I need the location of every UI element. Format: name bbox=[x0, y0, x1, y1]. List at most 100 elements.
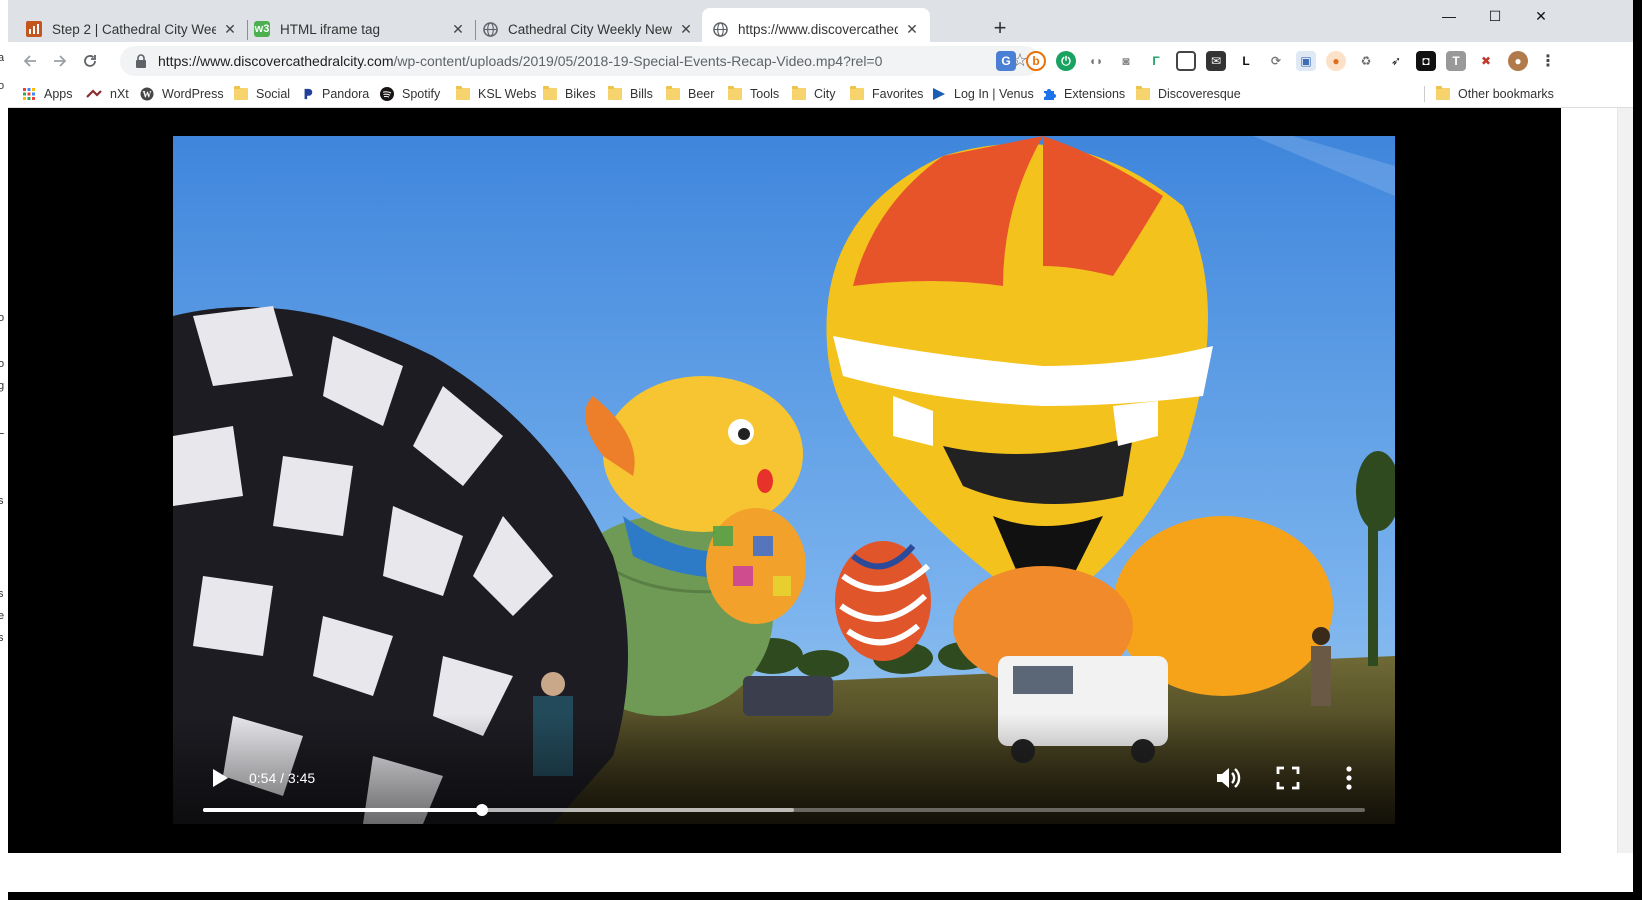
bookmark-bikes[interactable]: Bikes bbox=[543, 84, 596, 104]
bookmark-spotify[interactable]: Spotify bbox=[380, 84, 440, 104]
image-extension-icon[interactable]: ▣ bbox=[1296, 51, 1316, 71]
more-options-icon[interactable] bbox=[1335, 764, 1363, 792]
new-tab-button[interactable]: + bbox=[986, 14, 1014, 42]
bookmark-venus[interactable]: Log In | Venus bbox=[932, 84, 1034, 104]
close-tab-icon[interactable]: ✕ bbox=[678, 21, 694, 37]
bookmark-label: Spotify bbox=[402, 87, 441, 101]
bookmark-ksl-webs[interactable]: KSL Webs bbox=[456, 84, 536, 104]
recycle-extension-icon[interactable]: ♻ bbox=[1356, 51, 1376, 71]
folder-icon bbox=[1136, 86, 1150, 100]
bookmark-label: Bills bbox=[630, 87, 653, 101]
reload-button[interactable] bbox=[78, 49, 102, 73]
tab-title: Cathedral City Weekly Newslette bbox=[508, 21, 672, 37]
screenshot-extension-icon[interactable] bbox=[1176, 51, 1196, 71]
tab-title: Step 2 | Cathedral City Weekly Ne bbox=[52, 21, 216, 37]
folder-icon bbox=[456, 86, 470, 100]
bookmark-bills[interactable]: Bills bbox=[608, 84, 653, 104]
power-extension-icon[interactable]: ⏻ bbox=[1056, 51, 1076, 71]
time-separator: / bbox=[276, 770, 288, 786]
folder-icon bbox=[1436, 86, 1450, 100]
fullscreen-icon[interactable] bbox=[1274, 764, 1302, 792]
orange-circle-extension-icon[interactable]: ● bbox=[1326, 51, 1346, 71]
w3-icon: w3 bbox=[254, 21, 270, 37]
bookmark-label: Discoveresque bbox=[1158, 87, 1241, 101]
bookmark-label: Pandora bbox=[322, 87, 370, 101]
browser-toolbar: https://www.discovercathedralcity.com/wp… bbox=[8, 42, 1633, 80]
duration: 3:45 bbox=[287, 770, 316, 786]
folder-icon bbox=[666, 86, 680, 100]
bookmark-tools[interactable]: Tools bbox=[728, 84, 779, 104]
pandora-icon bbox=[304, 88, 313, 100]
square-extension-icon[interactable]: ◘ bbox=[1416, 51, 1436, 71]
wordpress-icon: W bbox=[140, 87, 154, 101]
url-path: /wp-content/uploads/2019/05/2018-19-Spec… bbox=[393, 53, 883, 69]
bookmark-discoveresque[interactable]: Discoveresque bbox=[1136, 84, 1241, 104]
bookmark-extensions[interactable]: Extensions bbox=[1042, 84, 1125, 104]
address-bar[interactable]: https://www.discovercathedralcity.com/wp… bbox=[120, 46, 1040, 76]
bookmark-social[interactable]: Social bbox=[234, 84, 290, 104]
bookmark-label: Beer bbox=[688, 87, 715, 101]
mail-extension-icon[interactable]: ✉ bbox=[1206, 51, 1226, 71]
folder-icon bbox=[850, 86, 864, 100]
back-arrow-icon bbox=[23, 55, 36, 67]
folder-icon bbox=[792, 86, 806, 100]
bookmark-nxt[interactable]: nXt bbox=[86, 84, 129, 104]
bookmark-label: KSL Webs bbox=[478, 87, 537, 101]
volume-icon[interactable] bbox=[1213, 764, 1241, 792]
green-flag-extension-icon[interactable]: Γ bbox=[1146, 51, 1166, 71]
pointer-extension-icon[interactable]: ➶ bbox=[1386, 51, 1406, 71]
back-button[interactable] bbox=[18, 49, 42, 73]
bookmark-label: Extensions bbox=[1064, 87, 1126, 101]
venus-icon bbox=[933, 88, 945, 100]
seek-bar[interactable] bbox=[203, 804, 1365, 816]
globe-icon bbox=[712, 21, 728, 37]
folder-icon bbox=[608, 86, 622, 100]
folder-icon bbox=[234, 86, 248, 100]
menu-dots-icon[interactable]: ⋮ bbox=[1538, 51, 1558, 71]
close-window-button[interactable]: ✕ bbox=[1518, 2, 1564, 30]
x-extension-icon[interactable]: ✖ bbox=[1476, 51, 1496, 71]
camera-extension-icon[interactable]: ◙ bbox=[1116, 51, 1136, 71]
bookmarks-bar: Apps nXt W WordPress Social Pandora Spot… bbox=[8, 80, 1633, 108]
bookmark-label: nXt bbox=[110, 87, 129, 101]
close-tab-icon[interactable]: ✕ bbox=[222, 21, 238, 37]
bookmark-wordpress[interactable]: W WordPress bbox=[140, 84, 224, 104]
bookmark-label: Apps bbox=[44, 87, 73, 101]
sync-extension-icon[interactable]: ⟳ bbox=[1266, 51, 1286, 71]
reload-icon bbox=[84, 55, 96, 67]
globe-icon bbox=[482, 21, 498, 37]
bookmarks-divider bbox=[1424, 86, 1425, 102]
folder-icon bbox=[728, 86, 742, 100]
video-player[interactable]: 0:54 / 3:45 bbox=[173, 136, 1395, 824]
page-scrollbar[interactable] bbox=[1617, 108, 1633, 853]
tab-title: HTML iframe tag bbox=[280, 21, 381, 37]
nxt-icon bbox=[86, 89, 102, 98]
bookmark-city[interactable]: City bbox=[792, 84, 836, 104]
forward-arrow-icon bbox=[54, 55, 67, 67]
close-tab-icon[interactable]: ✕ bbox=[450, 21, 466, 37]
svg-text:W: W bbox=[143, 90, 152, 100]
close-tab-icon[interactable]: ✕ bbox=[904, 21, 920, 37]
other-bookmarks[interactable]: Other bookmarks bbox=[1436, 84, 1554, 104]
bookmark-pandora[interactable]: Pandora bbox=[302, 84, 369, 104]
bookmark-label: City bbox=[814, 87, 836, 101]
spotify-icon bbox=[380, 87, 394, 101]
t-extension-icon[interactable]: T bbox=[1446, 51, 1466, 71]
maximize-button[interactable]: ☐ bbox=[1472, 2, 1518, 30]
bookmark-beer[interactable]: Beer bbox=[666, 84, 714, 104]
forward-button[interactable] bbox=[48, 49, 72, 73]
translate-extension-icon[interactable]: G bbox=[996, 51, 1016, 71]
minimize-button[interactable]: — bbox=[1426, 2, 1472, 30]
bookmark-favorites[interactable]: Favorites bbox=[850, 84, 923, 104]
bookmark-label: Favorites bbox=[872, 87, 924, 101]
url-text[interactable]: https://www.discovercathedralcity.com/wp… bbox=[158, 53, 882, 69]
seek-thumb[interactable] bbox=[475, 804, 488, 816]
bookmark-label: Other bookmarks bbox=[1458, 87, 1554, 101]
video-controls: 0:54 / 3:45 bbox=[173, 714, 1395, 824]
bitly-extension-icon[interactable]: b bbox=[1026, 51, 1046, 71]
l-extension-icon[interactable]: L bbox=[1236, 51, 1256, 71]
profile-avatar[interactable]: ● bbox=[1508, 51, 1528, 71]
bookmark-apps[interactable]: Apps bbox=[22, 84, 73, 104]
audio-extension-icon[interactable]: ◖◗ bbox=[1086, 51, 1106, 71]
play-icon[interactable] bbox=[207, 766, 231, 790]
